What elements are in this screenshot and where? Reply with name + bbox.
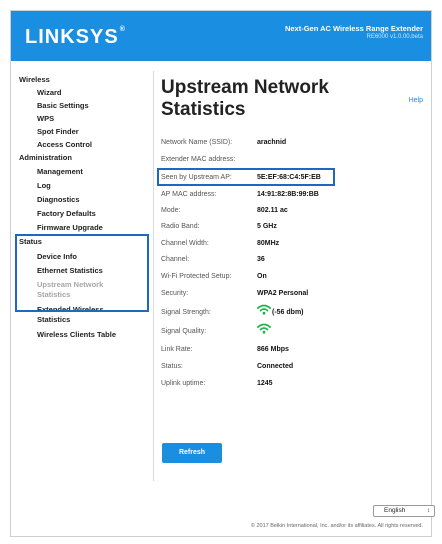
linksys-logo: LINKSYS® — [25, 26, 126, 48]
app-frame: LINKSYS® Next-Gen AC Wireless Range Exte… — [10, 10, 435, 537]
extender-mac-label: Extender MAC address: — [161, 156, 236, 163]
copyright-footer: © 2017 Belkin International, Inc. and/or… — [250, 523, 423, 529]
content-divider — [153, 71, 154, 481]
wifi-icon — [257, 304, 271, 315]
refresh-button[interactable]: Refresh — [162, 443, 222, 463]
select-arrows-icon: ↕ — [427, 508, 430, 514]
sidebar-item-log[interactable]: Log — [37, 181, 51, 190]
sidebar-item-firmware-upgrade[interactable]: Firmware Upgrade — [37, 223, 103, 232]
sidebar-item-access-control[interactable]: Access Control — [37, 140, 92, 149]
wps-value: On — [257, 273, 267, 280]
header-bar: LINKSYS® Next-Gen AC Wireless Range Exte… — [11, 11, 431, 61]
sidebar-group-wireless: Wireless — [19, 75, 50, 84]
sidebar-item-wps[interactable]: WPS — [37, 114, 54, 123]
product-name: Next-Gen AC Wireless Range Extender — [284, 24, 423, 33]
status-highlight-box — [15, 234, 149, 312]
link-rate-value: 866 Mbps — [257, 346, 289, 353]
mode-value: 802.11 ac — [257, 207, 288, 214]
signal-strength-label: Signal Strength: — [161, 309, 211, 316]
help-link[interactable]: Help — [409, 97, 423, 104]
language-select[interactable]: English ↕ — [373, 505, 435, 517]
security-value: WPA2 Personal — [257, 290, 309, 297]
page-title: Upstream Network Statistics — [161, 77, 329, 120]
wps-label: Wi-Fi Protected Setup: — [161, 273, 232, 280]
channel-label: Channel: — [161, 256, 190, 263]
sidebar-group-administration: Administration — [19, 153, 72, 162]
link-rate-label: Link Rate: — [161, 346, 193, 353]
channel-value: 36 — [257, 256, 265, 263]
uplink-uptime-label: Uplink uptime: — [161, 380, 206, 387]
signal-strength-value: (-56 dbm) — [272, 309, 304, 316]
sidebar-item-diagnostics[interactable]: Diagnostics — [37, 195, 80, 204]
ssid-value: arachnid — [257, 139, 287, 146]
sidebar-item-spot-finder[interactable]: Spot Finder — [37, 127, 79, 136]
sidebar-item-management[interactable]: Management — [37, 167, 83, 176]
radio-band-label: Radio Band: — [161, 223, 200, 230]
ap-mac-value: 14:91:82:8B:99:BB — [257, 191, 319, 198]
sidebar-item-wireless-clients-table[interactable]: Wireless Clients Table — [37, 330, 116, 339]
seen-by-ap-highlight-box — [157, 168, 335, 186]
channel-width-label: Channel Width: — [161, 240, 209, 247]
radio-band-value: 5 GHz — [257, 223, 277, 230]
wifi-icon — [257, 323, 271, 334]
status-value: Connected — [257, 363, 294, 370]
uplink-uptime-value: 1245 — [257, 380, 273, 387]
sidebar-item-wizard[interactable]: Wizard — [37, 88, 62, 97]
signal-quality-label: Signal Quality: — [161, 328, 207, 335]
sidebar-item-factory-defaults[interactable]: Factory Defaults — [37, 209, 96, 218]
ssid-label: Network Name (SSID): — [161, 139, 233, 146]
channel-width-value: 80MHz — [257, 240, 280, 247]
security-label: Security: — [161, 290, 189, 297]
mode-label: Mode: — [161, 207, 181, 214]
ap-mac-label: AP MAC address: — [161, 191, 217, 198]
status-label: Status: — [161, 363, 183, 370]
sidebar-item-basic-settings[interactable]: Basic Settings — [37, 101, 89, 110]
firmware-version: RE6000 v1.0.00.beta — [366, 34, 423, 40]
